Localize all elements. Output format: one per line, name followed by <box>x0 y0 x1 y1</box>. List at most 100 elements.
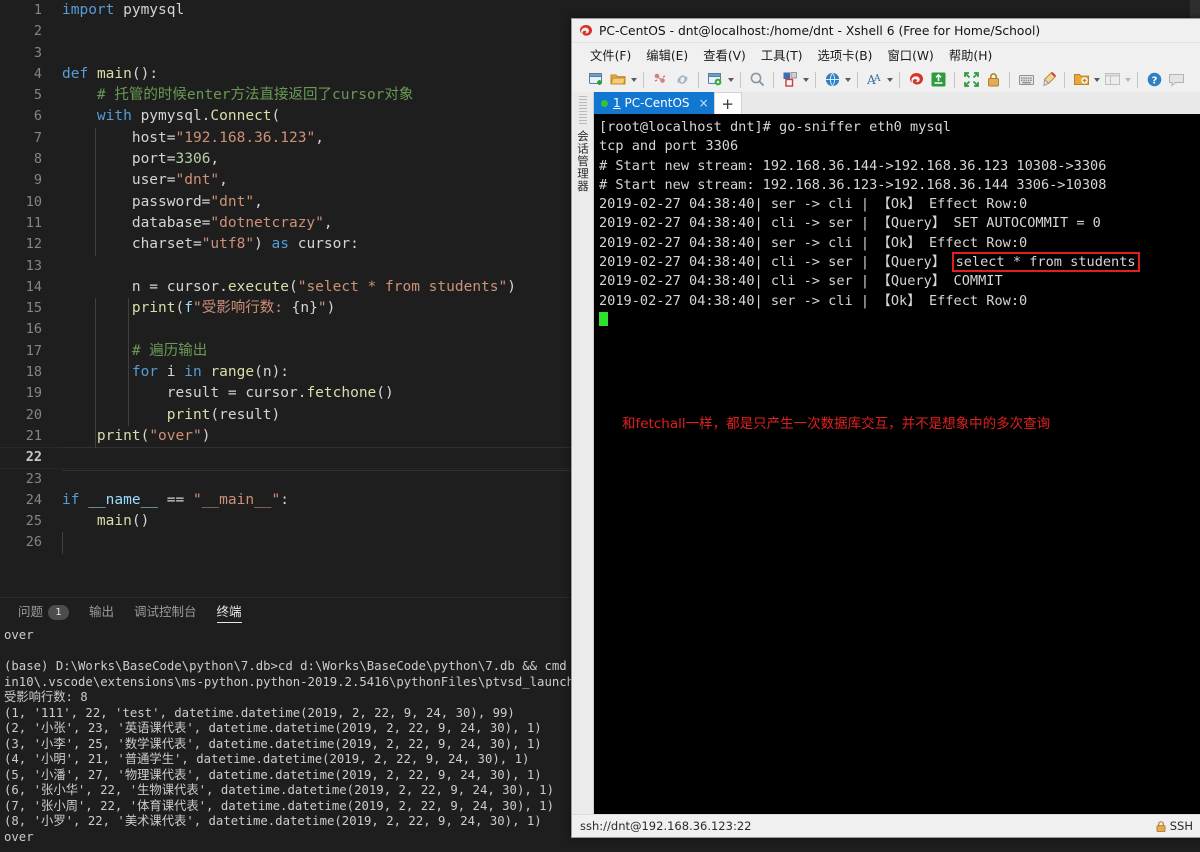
globe-dropdown-icon[interactable] <box>845 78 851 82</box>
feedback-icon <box>1166 70 1186 90</box>
menu-item-选项卡b[interactable]: 选项卡(B) <box>818 46 873 64</box>
menu-item-工具t[interactable]: 工具(T) <box>761 46 803 64</box>
panel-tab-调试控制台[interactable]: 调试控制台 <box>124 598 207 626</box>
layout-dropdown-icon[interactable] <box>803 78 809 82</box>
line-number: 18 <box>0 362 42 383</box>
line-number: 25 <box>0 511 42 532</box>
status-protocol: SSH <box>1170 819 1193 833</box>
svg-text:?: ? <box>1151 75 1157 86</box>
code-text: print(f"受影响行数: {n}") <box>62 298 335 319</box>
xshell-window[interactable]: PC-CentOS - dnt@localhost:/home/dnt - Xs… <box>571 18 1200 838</box>
line-number: 6 <box>0 106 42 127</box>
code-text: n = cursor.execute("select * from studen… <box>62 277 516 298</box>
line-number: 17 <box>0 341 42 362</box>
toolbar-separator <box>1137 72 1138 88</box>
highlighter-icon[interactable] <box>1038 70 1058 90</box>
panel-tab-终端[interactable]: 终端 <box>207 598 252 626</box>
code-text: if __name__ == "__main__": <box>62 490 289 511</box>
code-text: charset="utf8") as cursor: <box>62 234 359 255</box>
lock-icon[interactable] <box>983 70 1003 90</box>
line-number: 2 <box>0 21 42 42</box>
new-session-icon[interactable] <box>586 70 606 90</box>
code-text: user="dnt", <box>62 170 228 191</box>
new-tab-button[interactable]: + <box>714 92 742 114</box>
line-number: 13 <box>0 256 42 277</box>
menu-item-查看v[interactable]: 查看(V) <box>703 46 746 64</box>
code-text: # 遍历输出 <box>62 341 207 362</box>
menu-item-帮助h[interactable]: 帮助(H) <box>949 46 992 64</box>
toolbar-separator <box>698 72 699 88</box>
code-text: database="dotnetcrazy", <box>62 213 333 234</box>
xshell-red-icon[interactable] <box>906 70 926 90</box>
reconnect-icon[interactable] <box>672 70 692 90</box>
add-folder-dropdown-icon[interactable] <box>1094 78 1100 82</box>
xshell-toolbar[interactable]: AA ? <box>572 66 1200 93</box>
search-icon[interactable] <box>747 70 767 90</box>
toolbar-separator <box>643 72 644 88</box>
open-folder-icon[interactable] <box>608 70 628 90</box>
panel-tab-问题[interactable]: 问题1 <box>8 598 79 626</box>
xshell-terminal[interactable]: [root@localhost dnt]# go-sniffer eth0 my… <box>594 114 1200 814</box>
code-text: import pymysql <box>62 0 184 21</box>
layout-icon[interactable] <box>780 70 800 90</box>
toolbar-separator <box>815 72 816 88</box>
font-icon[interactable]: AA <box>864 70 884 90</box>
menu-item-文件f[interactable]: 文件(F) <box>590 46 631 64</box>
xshell-terminal-line: # Start new stream: 192.168.36.144->192.… <box>599 157 1200 176</box>
session-properties-icon[interactable] <box>705 70 725 90</box>
line-number: 10 <box>0 192 42 213</box>
toolbar-separator <box>857 72 858 88</box>
xshell-tab-bar[interactable]: 1 PC-CentOS × + <box>594 92 1200 114</box>
code-text: def main(): <box>62 64 158 85</box>
xshell-logo-icon <box>579 24 593 38</box>
drag-grip-icon[interactable] <box>579 96 587 124</box>
tab-pc-centos[interactable]: 1 PC-CentOS × <box>594 92 714 114</box>
line-number: 7 <box>0 128 42 149</box>
split-view-dropdown-icon <box>1125 78 1131 82</box>
disconnect-icon[interactable] <box>650 70 670 90</box>
close-icon[interactable]: × <box>699 96 709 110</box>
line-number: 23 <box>0 469 42 490</box>
session-properties-dropdown-icon[interactable] <box>728 78 734 82</box>
line-number: 22 <box>0 447 42 468</box>
line-number: 26 <box>0 532 42 553</box>
annotation-text: 和fetchall一样，都是只产生一次数据库交互，并不是想象中的多次查询 <box>622 412 1050 432</box>
font-dropdown-icon[interactable] <box>887 78 893 82</box>
globe-icon[interactable] <box>822 70 842 90</box>
line-number: 19 <box>0 383 42 404</box>
code-text: port=3306, <box>62 149 219 170</box>
indent-guide <box>62 532 63 554</box>
xshell-menu-bar[interactable]: 文件(F) 编辑(E) 查看(V) 工具(T) 选项卡(B) 窗口(W) 帮助(H) <box>572 43 1200 66</box>
xftp-icon[interactable] <box>928 70 948 90</box>
toolbar-separator <box>773 72 774 88</box>
line-number: 21 <box>0 426 42 447</box>
line-number: 12 <box>0 234 42 255</box>
menu-item-编辑e[interactable]: 编辑(E) <box>646 46 688 64</box>
code-text: result = cursor.fetchone() <box>62 383 394 404</box>
xshell-cursor-line <box>599 311 1200 330</box>
fullscreen-icon[interactable] <box>961 70 981 90</box>
line-number: 3 <box>0 43 42 64</box>
toolbar-separator <box>1064 72 1065 88</box>
xshell-title-bar[interactable]: PC-CentOS - dnt@localhost:/home/dnt - Xs… <box>572 19 1200 43</box>
add-folder-icon[interactable] <box>1071 70 1091 90</box>
open-folder-dropdown-icon[interactable] <box>631 78 637 82</box>
xshell-terminal-line: 2019-02-27 04:38:40| ser -> cli | 【Ok】 E… <box>599 292 1200 311</box>
session-manager-panel[interactable]: 会话管理器 <box>573 92 594 820</box>
code-text: with pymysql.Connect( <box>62 106 280 127</box>
panel-tab-label: 终端 <box>217 604 242 619</box>
keyboard-icon[interactable] <box>1016 70 1036 90</box>
xshell-terminal-line: tcp and port 3306 <box>599 137 1200 156</box>
status-protocol-group: SSH <box>1156 819 1193 833</box>
panel-tab-输出[interactable]: 输出 <box>79 598 124 626</box>
tab-connected-dot-icon <box>601 100 608 107</box>
code-text: print("over") <box>62 426 210 447</box>
tab-label: PC-CentOS <box>624 96 689 110</box>
menu-item-窗口w[interactable]: 窗口(W) <box>887 46 933 64</box>
svg-text:A: A <box>873 74 881 84</box>
xshell-terminal-line: 2019-02-27 04:38:40| cli -> ser | 【Query… <box>599 214 1200 233</box>
toolbar-separator <box>1009 72 1010 88</box>
help-icon[interactable]: ? <box>1144 70 1164 90</box>
code-text: password="dnt", <box>62 192 263 213</box>
toolbar-separator <box>899 72 900 88</box>
